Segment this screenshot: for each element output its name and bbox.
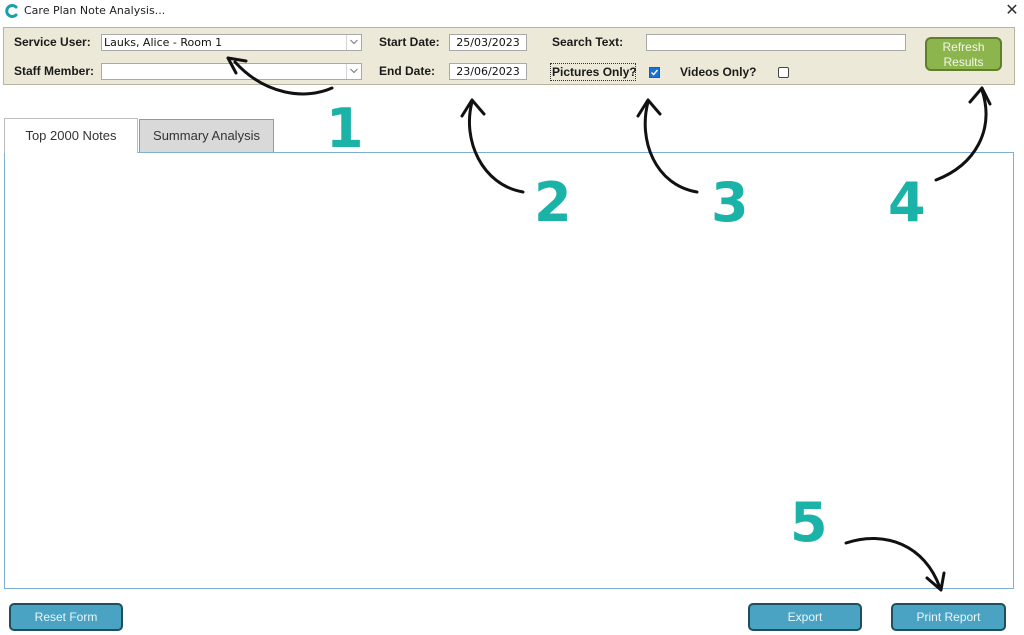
start-date-label: Start Date: <box>379 35 440 49</box>
refresh-results-button[interactable]: Refresh Results <box>925 37 1002 71</box>
annotation-number-2: 2 <box>534 171 572 234</box>
app-logo-icon <box>4 3 20 19</box>
end-date-field[interactable]: 23/06/2023 <box>449 63 527 80</box>
tab-summary-analysis[interactable]: Summary Analysis <box>139 119 274 152</box>
window-title: Care Plan Note Analysis... <box>24 4 166 17</box>
search-text-input[interactable] <box>646 34 906 51</box>
staff-member-dropdown[interactable] <box>101 63 362 80</box>
service-user-value: Lauks, Alice - Room 1 <box>104 36 223 49</box>
chevron-down-icon[interactable] <box>346 35 361 50</box>
tab-top-2000-notes[interactable]: Top 2000 Notes <box>4 118 138 153</box>
annotation-number-1: 1 <box>326 97 364 160</box>
staff-member-label: Staff Member: <box>14 64 95 78</box>
reset-form-button[interactable]: Reset Form <box>9 603 123 631</box>
end-date-label: End Date: <box>379 64 436 78</box>
annotation-number-5: 5 <box>790 491 828 554</box>
refresh-label-line1: Refresh <box>942 40 985 54</box>
close-icon[interactable]: ✕ <box>1002 0 1022 20</box>
refresh-label-line2: Results <box>943 55 984 69</box>
print-report-button[interactable]: Print Report <box>891 603 1006 631</box>
notes-content-area <box>4 152 1014 589</box>
service-user-dropdown[interactable]: Lauks, Alice - Room 1 <box>101 34 362 51</box>
service-user-label: Service User: <box>14 35 91 49</box>
annotation-number-3: 3 <box>711 171 749 234</box>
pictures-only-checkbox[interactable] <box>649 67 660 78</box>
chevron-down-icon[interactable] <box>346 64 361 79</box>
annotation-number-4: 4 <box>888 171 926 234</box>
export-button[interactable]: Export <box>748 603 862 631</box>
start-date-field[interactable]: 25/03/2023 <box>449 34 527 51</box>
checkmark-icon <box>651 69 659 76</box>
videos-only-checkbox[interactable] <box>778 67 789 78</box>
search-text-label: Search Text: <box>552 35 624 49</box>
videos-only-label: Videos Only? <box>680 65 757 79</box>
pictures-only-label: Pictures Only? <box>552 65 637 79</box>
